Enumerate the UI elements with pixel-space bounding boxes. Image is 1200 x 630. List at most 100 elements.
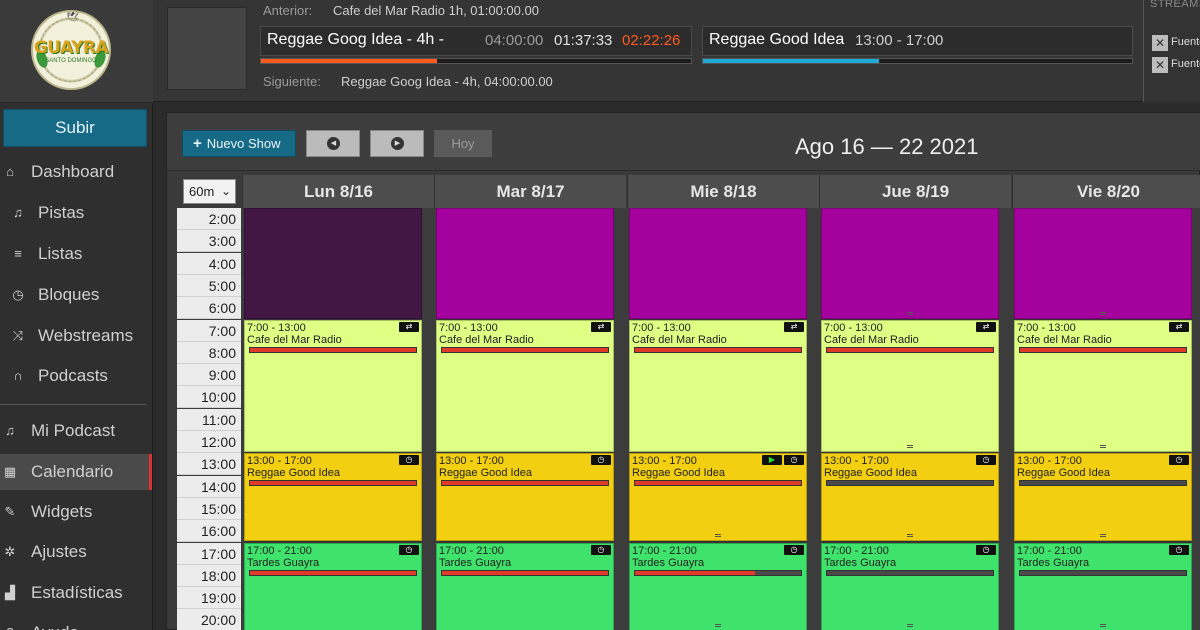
plus-icon: + — [193, 135, 202, 152]
show-progress-bar — [1019, 346, 1187, 353]
station-logo[interactable]: 🕊 GUAYRA SANTO DOMINGO — [31, 10, 111, 90]
wrench-icon: ✎ — [4, 504, 16, 519]
show-block[interactable]: 13:00 - 17:00 Reggae Good Idea ◷ ▶ — [629, 453, 807, 542]
show-block[interactable]: 7:00 - 13:00 Cafe del Mar Radio ⇄ — [244, 319, 422, 453]
show-block[interactable]: 7:00 - 13:00 Cafe del Mar Radio ⇄ — [1014, 319, 1192, 453]
day-column[interactable]: 7:00 - 13:00 Cafe del Mar Radio ⇄ 13:00 - 1… — [244, 208, 422, 630]
home-icon: ⌂ — [6, 164, 14, 179]
upload-button[interactable]: Subir — [3, 109, 147, 147]
clock-icon: ◷ — [976, 455, 996, 466]
show-progress-fill — [703, 59, 879, 63]
resize-handle[interactable] — [715, 623, 721, 627]
show-block[interactable] — [1014, 208, 1192, 319]
show-block[interactable]: 17:00 - 21:00 Tardes Guayra ◷ — [1014, 542, 1192, 630]
sidebar-item-webstreams[interactable]: ⤨ Webstreams — [0, 318, 152, 354]
shuffle-icon: ⤨ — [12, 328, 24, 343]
show-block[interactable]: 17:00 - 21:00 Tardes Guayra ◷ — [436, 542, 614, 630]
next-week-button[interactable]: ▶ — [370, 130, 424, 157]
music-icon: ♫ — [13, 205, 23, 220]
calendar-icon: ▦ — [3, 464, 17, 479]
new-show-button[interactable]: + Nuevo Show — [182, 130, 296, 157]
sidebar-item-pistas[interactable]: ♫ Pistas — [0, 195, 152, 231]
show-block[interactable]: 13:00 - 17:00 Reggae Good Idea ◷ — [436, 453, 614, 542]
sidebar-item-mipodcast[interactable]: ♫ Mi Podcast — [0, 413, 152, 449]
sidebar-item-label: Dashboard — [31, 162, 115, 181]
close-icon[interactable]: ✕ — [1152, 57, 1168, 73]
show-block[interactable]: 13:00 - 17:00 Reggae Good Idea ◷ — [821, 453, 999, 542]
show-progress-fill — [442, 570, 608, 575]
show-block[interactable]: 13:00 - 17:00 Reggae Good Idea ◷ — [244, 453, 422, 542]
show-block[interactable] — [244, 208, 422, 319]
show-name: Cafe del Mar Radio — [632, 333, 727, 346]
chevron-right-icon: ▶ — [391, 137, 404, 150]
show-name: Tardes Guayra — [439, 556, 512, 569]
show-block[interactable] — [629, 208, 807, 319]
show-progress-fill — [442, 481, 608, 486]
show-progress-fill — [250, 347, 416, 352]
show-block[interactable]: 7:00 - 13:00 Cafe del Mar Radio ⇄ — [821, 319, 999, 453]
show-block[interactable]: 17:00 - 21:00 Tardes Guayra ◷ — [244, 542, 422, 630]
show-time: 17:00 - 21:00 — [439, 544, 504, 557]
sidebar-item-dashboard[interactable]: ⌂ Dashboard — [0, 154, 152, 190]
close-icon[interactable]: ✕ — [1152, 35, 1168, 51]
day-column[interactable]: 7:00 - 13:00 Cafe del Mar Radio ⇄ 13:00 - 1… — [629, 208, 807, 630]
show-block[interactable]: 17:00 - 21:00 Tardes Guayra ◷ — [629, 542, 807, 630]
current-track-duration: 04:00:00 — [485, 32, 544, 49]
resize-handle[interactable] — [1100, 623, 1106, 627]
day-header[interactable]: Jue 8/19 — [819, 175, 1011, 208]
time-label: 7:00 — [177, 319, 241, 342]
resize-handle[interactable] — [1100, 311, 1106, 315]
next-label: Siguiente: — [263, 74, 321, 89]
sidebar-item-listas[interactable]: ≡ Listas — [0, 236, 152, 272]
show-progress-bar — [249, 480, 417, 487]
interval-select[interactable]: 60m ⌄ — [183, 179, 236, 204]
today-button[interactable]: Hoy — [434, 130, 492, 157]
clock-icon: ◷ — [591, 455, 611, 466]
prev-week-button[interactable]: ◀ — [306, 130, 360, 157]
show-block[interactable]: 7:00 - 13:00 Cafe del Mar Radio ⇄ — [436, 319, 614, 453]
day-column[interactable]: 7:00 - 13:00 Cafe del Mar Radio ⇄ 13:00 - 1… — [1014, 208, 1192, 630]
day-header[interactable]: Lun 8/16 — [242, 175, 434, 208]
sidebar-item-estadsticas[interactable]: ▟ Estadísticas — [0, 575, 152, 611]
day-column[interactable]: 7:00 - 13:00 Cafe del Mar Radio ⇄ 13:00 - 1… — [821, 208, 999, 630]
show-time: 13:00 - 17:00 — [824, 455, 889, 468]
show-block[interactable] — [821, 208, 999, 319]
resize-handle[interactable] — [907, 534, 913, 538]
show-time: 17:00 - 21:00 — [824, 544, 889, 557]
help-icon: ? — [2, 625, 18, 630]
resize-handle[interactable] — [907, 311, 913, 315]
sidebar-item-bloques[interactable]: ◷ Bloques — [0, 277, 152, 313]
day-header[interactable]: Mar 8/17 — [434, 175, 626, 208]
sidebar-item-ayuda[interactable]: ? Ayuda — [0, 615, 152, 630]
sidebar-item-ajustes[interactable]: ✲ Ajustes — [0, 534, 152, 570]
sidebar-item-widgets[interactable]: ✎ Widgets — [0, 494, 152, 530]
time-label: 16:00 — [177, 520, 241, 543]
current-show-title: Reggae Good Idea — [709, 31, 845, 48]
show-block[interactable] — [436, 208, 614, 319]
day-header[interactable]: Mie 8/18 — [627, 175, 819, 208]
resize-handle[interactable] — [907, 445, 913, 449]
sidebar-item-label: Widgets — [31, 502, 93, 521]
calendar-toolbar: + Nuevo Show ◀ ▶ Hoy Ago 16 — 22 2021 — [167, 113, 1200, 171]
resize-handle[interactable] — [1100, 534, 1106, 538]
resize-handle[interactable] — [715, 534, 721, 538]
time-label: 18:00 — [177, 564, 241, 587]
clock-icon: ◷ — [784, 544, 804, 555]
stream-icon: ⇄ — [591, 321, 611, 332]
stream-source-row[interactable]: ✕ Fuente — [1152, 57, 1200, 73]
day-header[interactable]: Vie 8/20 — [1012, 175, 1200, 208]
stream-source-row[interactable]: ✕ Fuente — [1152, 35, 1200, 51]
resize-handle[interactable] — [907, 623, 913, 627]
resize-handle[interactable] — [1100, 445, 1106, 449]
show-name: Cafe del Mar Radio — [247, 333, 342, 346]
show-block[interactable]: 13:00 - 17:00 Reggae Good Idea ◷ — [1014, 453, 1192, 542]
sidebar-item-podcasts[interactable]: ∩ Podcasts — [0, 358, 152, 394]
day-column[interactable]: 7:00 - 13:00 Cafe del Mar Radio ⇄ 13:00 - 1… — [436, 208, 614, 630]
show-block[interactable]: 17:00 - 21:00 Tardes Guayra ◷ — [821, 542, 999, 630]
sidebar-item-calendario[interactable]: ▦ Calendario — [0, 454, 152, 490]
calendar-panel: + Nuevo Show ◀ ▶ Hoy Ago 16 — 22 2021 60m… — [166, 112, 1200, 630]
show-block[interactable]: 7:00 - 13:00 Cafe del Mar Radio ⇄ — [629, 319, 807, 453]
time-label: 5:00 — [177, 274, 241, 297]
sidebar-item-label: Webstreams — [38, 326, 134, 345]
play-icon[interactable]: ▶ — [762, 455, 782, 466]
